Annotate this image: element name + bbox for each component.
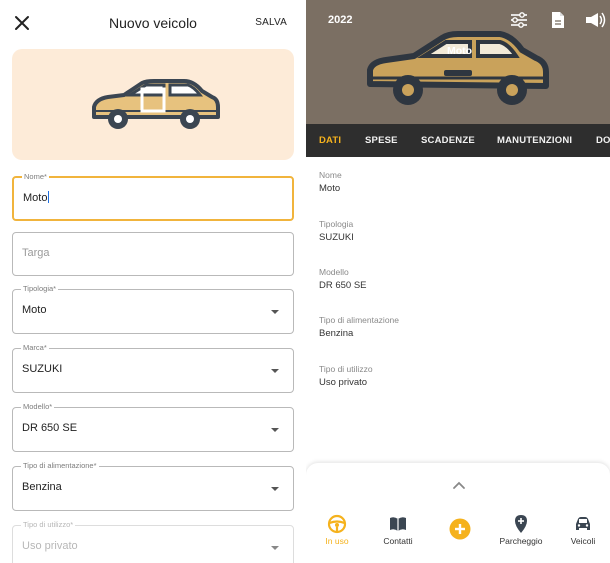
detail-value: Moto [319,183,341,194]
tab-more[interactable]: DO [596,135,610,146]
detail-label: Tipo di utilizzo [319,364,373,374]
detail-label: Modello [319,267,349,277]
usage-type-select[interactable]: Tipo di utilizzo* Uso privato [12,520,294,563]
usage-type-select-label: Tipo di utilizzo* [21,520,76,529]
document-icon[interactable] [548,10,568,30]
sliders-icon[interactable] [509,10,529,30]
nav-contacts[interactable]: Contatti [378,514,418,558]
brand-select[interactable]: Marca* SUZUKI [12,343,294,393]
dropdown-arrow-icon [271,369,279,373]
detail-value: DR 650 SE [319,280,367,291]
vehicle-header: 2022 Moto [306,0,610,124]
vehicle-name: Moto [447,45,473,57]
dropdown-arrow-icon [271,428,279,432]
model-select-value: DR 650 SE [22,422,78,434]
detail-fuel-type: Tipo di alimentazione Benzina [319,315,399,339]
tab-bar: DATI SPESE SCADENZE MANUTENZIONI DO [306,124,610,157]
plate-field-placeholder: Targa [22,247,50,259]
car-illustration-icon [92,79,220,129]
location-pin-icon [515,515,527,533]
steering-wheel-icon [327,514,347,534]
usage-type-select-value: Uso privato [22,540,78,552]
nav-in-use[interactable]: In uso [319,514,355,558]
fuel-type-select[interactable]: Tipo di alimentazione* Benzina [12,461,294,511]
nav-vehicles[interactable]: Veicoli [566,514,600,558]
vehicle-year: 2022 [328,14,353,26]
horn-icon[interactable] [584,10,606,30]
vehicle-detail: 2022 Moto DATI SPESE SCADENZE MANUTENZIO… [306,0,610,563]
plate-field[interactable]: Targa [12,232,294,276]
text-cursor [48,191,50,203]
chevron-up-icon[interactable] [452,477,466,495]
type-select-value: Moto [22,304,47,316]
name-field-value: Moto [23,192,48,204]
nav-label: In uso [325,536,349,546]
add-button[interactable] [448,518,472,562]
model-select[interactable]: Modello* DR 650 SE [12,402,294,452]
name-field[interactable]: Nome* Moto [12,172,294,221]
brand-select-label: Marca* [21,343,49,352]
vehicle-image [367,31,549,105]
car-icon [576,517,590,530]
fuel-type-select-value: Benzina [22,481,62,493]
detail-label: Nome [319,170,342,180]
new-vehicle-form: Nuovo veicolo SALVA Nome* Moto Targa Tip… [0,0,306,563]
detail-name: Nome Moto [319,170,342,194]
type-select-label: Tipologia* [21,284,59,293]
nav-label: Contatti [383,536,413,546]
save-button[interactable]: SALVA [255,17,287,28]
detail-value: SUZUKI [319,232,354,243]
brand-select-value: SUZUKI [22,363,63,375]
name-field-label: Nome* [22,172,49,181]
detail-value: Benzina [319,328,354,339]
nav-label: Veicoli [570,536,596,546]
tab-spese[interactable]: SPESE [365,135,398,146]
detail-label: Tipo di alimentazione [319,315,400,325]
tab-scadenze[interactable]: SCADENZE [421,135,475,146]
form-top-bar: Nuovo veicolo SALVA [0,0,306,46]
tab-dati[interactable]: DATI [319,135,341,146]
tab-manutenzioni[interactable]: MANUTENZIONI [497,135,572,146]
detail-label: Tipologia [319,219,354,229]
nav-parking[interactable]: Parcheggio [496,514,546,558]
app-screen: Nuovo veicolo SALVA Nome* Moto Targa Tip… [0,0,610,563]
vehicle-image-picker[interactable] [12,49,294,160]
dropdown-arrow-icon [271,546,279,550]
add-icon [449,518,471,540]
detail-usage-type: Tipo di utilizzo Uso privato [319,364,373,388]
detail-type: Tipologia SUZUKI [319,219,354,243]
dropdown-arrow-icon [271,487,279,491]
model-select-label: Modello* [21,402,55,411]
detail-value: Uso privato [319,377,368,388]
book-icon [390,517,406,531]
nav-label: Parcheggio [499,536,543,546]
type-select[interactable]: Tipologia* Moto [12,284,294,334]
detail-model: Modello DR 650 SE [319,267,367,291]
fuel-type-select-label: Tipo di alimentazione* [21,461,99,470]
dropdown-arrow-icon [271,310,279,314]
